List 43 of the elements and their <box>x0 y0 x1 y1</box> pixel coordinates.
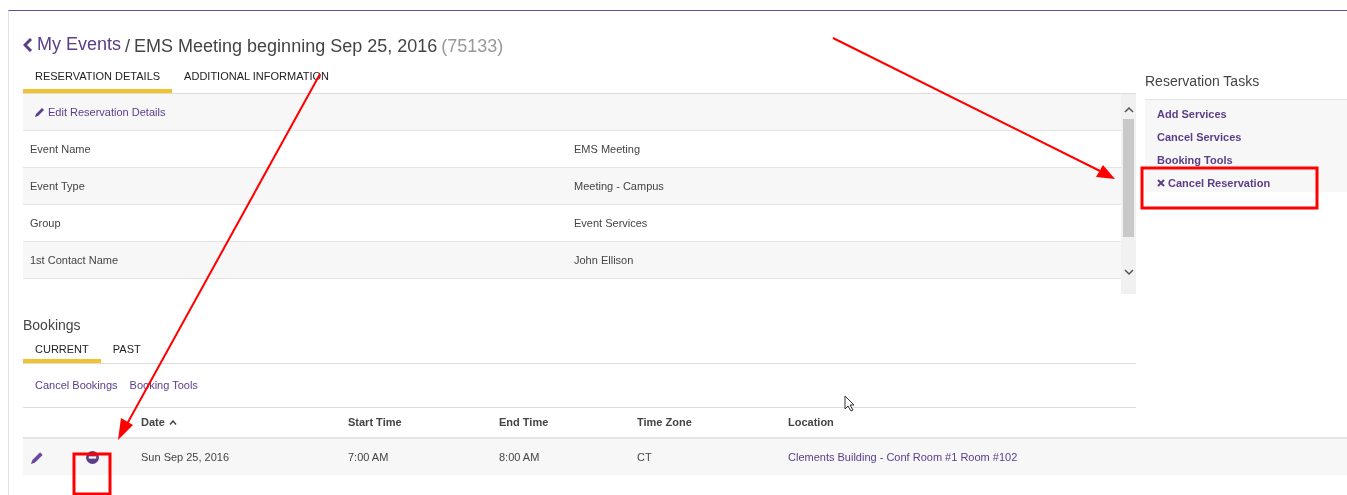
column-header[interactable]: Location <box>788 414 834 431</box>
column-header[interactable]: Start Time <box>348 414 402 431</box>
location-link[interactable]: Clements Building - Conf Room #1 Room #102 <box>788 450 1018 463</box>
task-link[interactable]: Add Services <box>1157 106 1347 122</box>
task-link[interactable]: Booking Tools <box>1157 152 1347 168</box>
mouse-cursor-icon <box>844 395 856 412</box>
pencil-icon[interactable] <box>31 450 44 464</box>
scrollbar-thumb[interactable] <box>1123 119 1134 237</box>
scroll-up-icon <box>1123 106 1134 113</box>
table-cell: Sun Sep 25, 2016 <box>141 450 230 463</box>
table-cell: 7:00 AM <box>348 450 389 463</box>
column-header[interactable]: Time Zone <box>637 414 692 431</box>
detail-value: Event Services <box>574 215 648 231</box>
panel-heading: Reservation Tasks <box>1145 72 1261 91</box>
pencil-icon <box>35 107 45 117</box>
tab[interactable]: CURRENT <box>23 339 101 363</box>
table-cell: CT <box>637 450 652 463</box>
detail-label: Event Type <box>29 178 86 194</box>
detail-label: 1st Contact Name <box>29 252 120 268</box>
task-link[interactable]: Cancel Reservation <box>1157 175 1347 191</box>
column-header[interactable]: End Time <box>499 414 549 431</box>
section-heading: Bookings <box>23 316 82 333</box>
detail-label: Group <box>29 215 62 231</box>
breadcrumb-separator: / <box>125 34 131 58</box>
table-cell: 8:00 AM <box>499 450 540 463</box>
column-header[interactable]: Date <box>141 414 165 431</box>
scroll-down-icon <box>1123 269 1134 276</box>
tab[interactable]: PAST <box>100 339 153 363</box>
edit-link[interactable]: Edit Reservation Details <box>35 103 166 121</box>
detail-label: Event Name <box>29 141 92 157</box>
task-link[interactable]: Cancel Services <box>1157 129 1347 145</box>
annotation-box <box>72 452 112 495</box>
detail-value: John Ellison <box>574 252 634 268</box>
back-link[interactable]: My Events <box>23 31 122 58</box>
sort-caret-icon <box>168 420 177 425</box>
reservation-id: (75133) <box>441 34 504 58</box>
booking-action-link[interactable]: Cancel Bookings <box>35 377 118 394</box>
close-icon <box>1157 179 1165 187</box>
page-title: EMS Meeting beginning Sep 25, 2016 <box>134 34 438 58</box>
detail-value: Meeting - Campus <box>574 178 664 194</box>
detail-value: EMS Meeting <box>574 141 641 157</box>
minus-circle-icon[interactable] <box>86 450 99 464</box>
chevron-left-icon <box>23 37 34 52</box>
